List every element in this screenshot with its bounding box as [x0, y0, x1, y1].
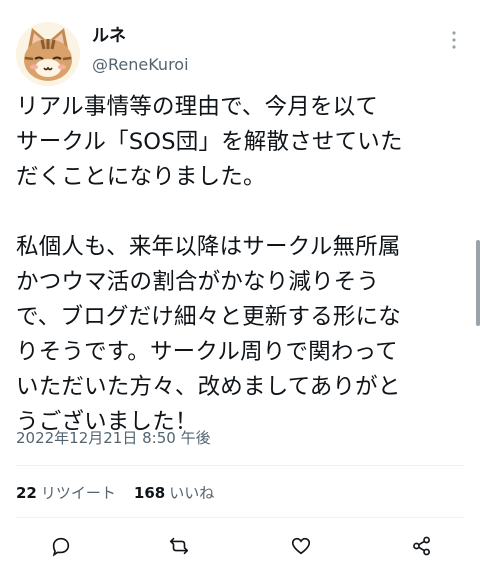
likes-label: いいね	[169, 484, 215, 502]
reply-icon[interactable]	[45, 530, 77, 562]
divider	[16, 517, 464, 518]
retweets-label: リツイート	[40, 484, 116, 502]
tweet-actions	[0, 530, 480, 562]
cat-avatar-icon[interactable]	[16, 22, 80, 86]
author-handle[interactable]: @ReneKuroi	[92, 54, 189, 76]
author-names: ルネ @ReneKuroi	[92, 24, 189, 76]
tweet-timestamp[interactable]: 2022年12月21日 8:50 午後	[16, 427, 211, 449]
scrollbar[interactable]	[476, 240, 480, 326]
tweet-stats: 22 リツイート 168 いいね	[16, 482, 214, 504]
tweet-header: ルネ @ReneKuroi	[16, 22, 464, 86]
retweet-icon[interactable]	[163, 530, 195, 562]
retweets-count: 22	[16, 484, 37, 502]
like-icon[interactable]	[285, 530, 317, 562]
likes-count: 168	[133, 484, 166, 502]
retweets-stat[interactable]: 22 リツイート	[16, 482, 116, 504]
likes-stat[interactable]: 168 いいね	[134, 482, 214, 504]
more-options-icon[interactable]	[444, 30, 464, 50]
author-display-name[interactable]: ルネ	[92, 24, 189, 48]
divider	[16, 465, 464, 466]
share-icon[interactable]	[406, 530, 438, 562]
tweet-body-text: リアル事情等の理由で、今月を以て サークル「SOS団」を解散させていた だくこと…	[16, 94, 403, 435]
